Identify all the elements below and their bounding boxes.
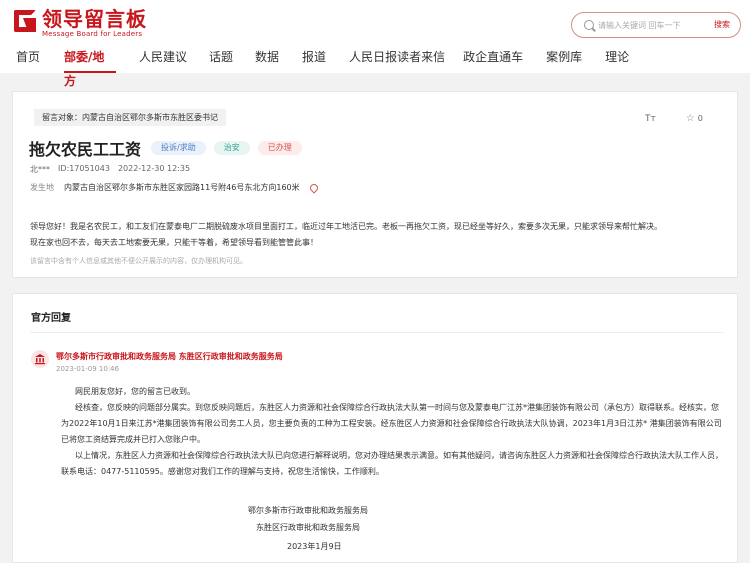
content-line: 领导您好！我是名农民工，和工友们在蒙泰电厂二期脱硫废水项目里面打工，临近过年工地… (30, 222, 662, 231)
nav-item-enterprise[interactable]: 政企直通车 (463, 45, 523, 73)
signature-line: 鄂尔多斯市行政审批和政务服务局 (248, 506, 368, 515)
tag-security: 治安 (213, 141, 250, 155)
reply-paragraph: 经核查，您反映的问题部分属实。到您反映问题后，东胜区人力资源和社会保障综合行政执… (61, 403, 722, 444)
message-meta: 北*** ID:17051043 2022-12-30 12:35 (30, 164, 198, 175)
search-box: 搜索 (571, 12, 741, 38)
message-tools: Tт ☆ 0 (645, 113, 703, 124)
message-content: 领导您好！我是名农民工，和工友们在蒙泰电厂二期脱硫废水项目里面打工，临近过年工地… (30, 219, 730, 251)
site-header: 领导留言板 Message Board for Leaders 搜索 首页 部委… (0, 0, 750, 88)
map-pin-icon[interactable] (307, 181, 320, 194)
nav-item-ministries[interactable]: 部委/地方 (64, 45, 116, 88)
message-card: 留言对象：内蒙古自治区鄂尔多斯市东胜区委书记 Tт ☆ 0 拖欠农民工工资 投诉… (12, 91, 738, 278)
font-size-icon[interactable]: Tт (645, 114, 656, 124)
message-id: ID:17051043 (58, 164, 110, 173)
message-author: 北*** (30, 165, 50, 174)
nav-item-theory[interactable]: 理论 (605, 45, 629, 73)
search-icon (584, 20, 594, 30)
main-nav: 首页 部委/地方 人民建议 话题 数据 报道 人民日报读者来信 政企直通车 案例… (0, 45, 629, 88)
star-icon: ☆ (685, 113, 695, 124)
reply-card: 官方回复 鄂尔多斯市行政审批和政务服务局 东胜区行政审批和政务服务局 2023-… (12, 293, 738, 563)
reply-time: 2023-01-09 10:46 (56, 365, 120, 373)
title-row: 拖欠农民工工资 投诉/求助 治安 已办理 (29, 136, 310, 160)
location-label: 发生地 (30, 183, 54, 192)
nav-item-data[interactable]: 数据 (255, 45, 279, 73)
logo-title: 领导留言板 (42, 7, 147, 31)
status-badge: 已办理 (257, 141, 302, 155)
signature-line: 东胜区行政审批和政务服务局 (256, 523, 360, 532)
nav-item-suggestions[interactable]: 人民建议 (139, 45, 187, 73)
site-logo[interactable]: 领导留言板 Message Board for Leaders (14, 8, 147, 39)
message-datetime: 2022-12-30 12:35 (117, 164, 191, 173)
reply-body: 网民朋友您好，您的留言已收到。 经核查，您反映的问题部分属实。到您反映问题后，东… (61, 384, 725, 480)
nav-item-cases[interactable]: 案例库 (546, 45, 582, 73)
logo-mark-icon (14, 10, 36, 34)
nav-item-topics[interactable]: 话题 (209, 45, 233, 73)
signature-date: 2023年1月9日 (287, 542, 342, 551)
reply-heading: 官方回复 (31, 313, 71, 324)
logo-subtitle: Message Board for Leaders (42, 30, 143, 38)
message-title: 拖欠农民工工资 (29, 140, 142, 159)
content-line: 现在家也回不去，每天去工地索要无果，只能干等着，希望领导看到能管管此事！ (30, 238, 318, 247)
nav-item-home[interactable]: 首页 (16, 45, 40, 73)
message-recipient: 留言对象：内蒙古自治区鄂尔多斯市东胜区委书记 (34, 109, 226, 126)
reply-organization: 鄂尔多斯市行政审批和政务服务局 东胜区行政审批和政务服务局 (56, 352, 283, 361)
nav-item-reports[interactable]: 报道 (302, 45, 326, 73)
favorite-button[interactable]: ☆ 0 (686, 113, 703, 124)
reply-paragraph: 以上情况，东胜区人力资源和社会保障综合行政执法大队已向您进行解释说明，您对办理结… (61, 451, 723, 476)
search-input[interactable] (598, 17, 698, 33)
message-location: 发生地 内蒙古自治区鄂尔多斯市东胜区家园路11号附46号东北方向160米 (30, 181, 320, 194)
location-value: 内蒙古自治区鄂尔多斯市东胜区家园路11号附46号东北方向160米 (64, 183, 300, 192)
favorite-count: 0 (697, 114, 703, 123)
divider (30, 332, 723, 333)
reply-greeting: 网民朋友您好，您的留言已收到。 (75, 387, 195, 396)
nav-item-reader-letters[interactable]: 人民日报读者来信 (349, 45, 445, 73)
privacy-disclaimer: 该留言中含有个人信息或其他不便公开展示的内容，仅办理机构可见。 (30, 257, 247, 265)
government-building-icon (31, 350, 49, 368)
tag-complaint: 投诉/求助 (151, 141, 206, 155)
search-button[interactable]: 搜索 (714, 19, 730, 30)
